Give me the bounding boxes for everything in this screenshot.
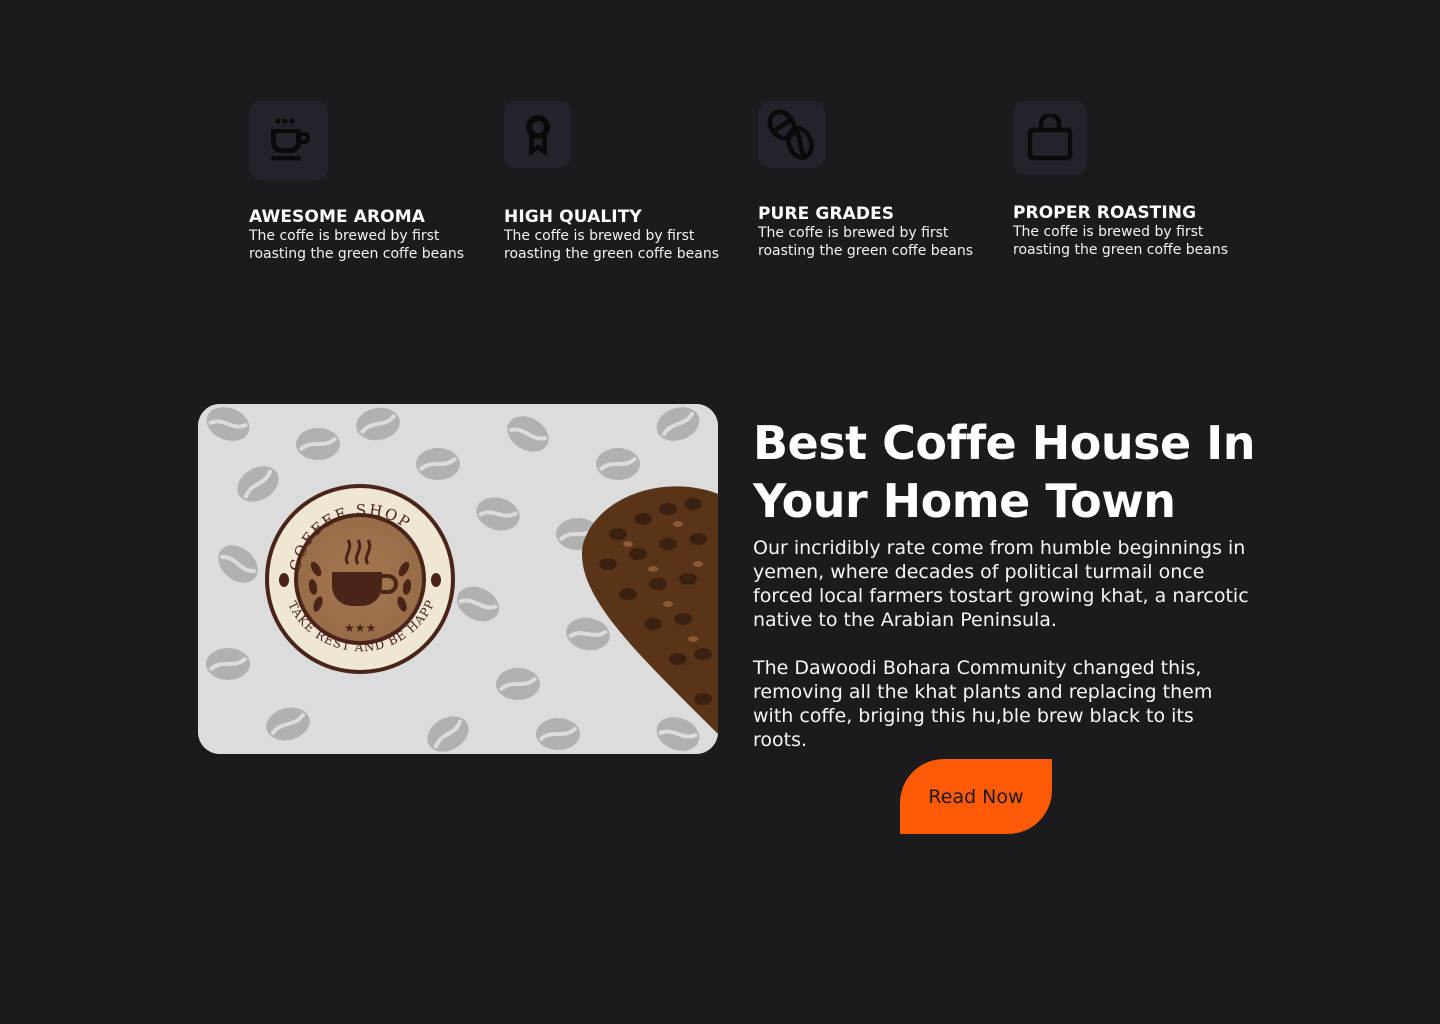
shopping-bag-icon <box>1013 101 1087 175</box>
feature-title: PURE GRADES <box>758 204 895 224</box>
award-ribbon-icon <box>504 101 571 168</box>
svg-text:★★★: ★★★ <box>344 621 376 635</box>
coffee-beans-icon <box>758 101 825 168</box>
feature-title: AWESOME AROMA <box>249 207 425 227</box>
paragraph-2: The Dawoodi Bohara Community changed thi… <box>753 657 1213 751</box>
feature-description: The coffe is brewed by first roasting th… <box>249 228 465 262</box>
feature-high-quality: HIGH QUALITY The coffe is brewed by firs… <box>504 101 744 263</box>
coffee-shop-image: ★★★ COFFEE SHOP TAKE REST AND BE HAPPY <box>198 404 718 754</box>
feature-proper-roasting: PROPER ROASTING The coffe is brewed by f… <box>1013 101 1253 259</box>
feature-description: The coffe is brewed by first roasting th… <box>1013 224 1229 258</box>
feature-awesome-aroma: AWESOME AROMA The coffe is brewed by fir… <box>249 101 489 263</box>
paragraph-1: Our incridibly rate come from humble beg… <box>753 537 1249 631</box>
coffee-cup-icon <box>249 101 328 180</box>
heading-line-2: Your Home Town <box>753 474 1176 528</box>
feature-title: HIGH QUALITY <box>504 207 642 227</box>
read-now-button[interactable]: Read Now <box>900 759 1052 834</box>
feature-title: PROPER ROASTING <box>1013 203 1197 223</box>
feature-pure-grades: PURE GRADES The coffe is brewed by first… <box>758 101 998 260</box>
section-heading: Best Coffe House In Your Home Town <box>753 414 1273 530</box>
heading-line-1: Best Coffe House In <box>753 416 1256 470</box>
feature-description: The coffe is brewed by first roasting th… <box>504 228 720 262</box>
feature-description: The coffe is brewed by first roasting th… <box>758 225 974 259</box>
page: AWESOME AROMA The coffe is brewed by fir… <box>0 0 1440 1024</box>
